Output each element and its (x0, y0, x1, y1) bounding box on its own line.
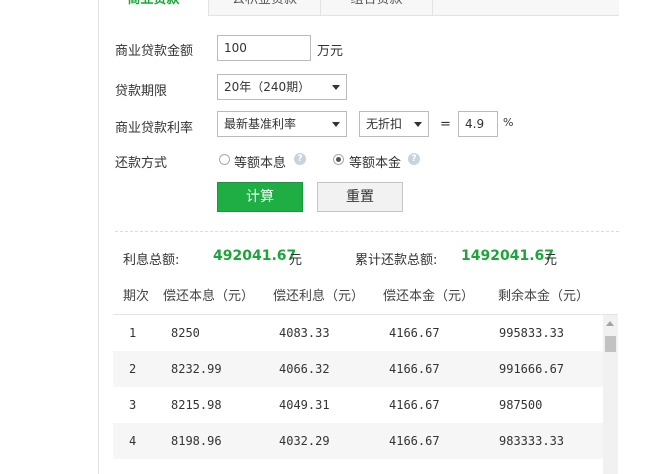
rate-label: 商业贷款利率 (115, 121, 194, 136)
cell-remaining: 983333.33 (499, 434, 565, 448)
cell-interest: 4083.33 (279, 326, 330, 340)
reset-button[interactable]: 重置 (317, 182, 403, 212)
radio-equal-installment[interactable] (219, 154, 230, 165)
cell-remaining: 987500 (499, 398, 543, 412)
cell-principal: 4166.67 (389, 362, 440, 376)
discount-select[interactable]: 无折扣 (359, 111, 429, 137)
column-header-remaining: 剩余本金（元） (498, 289, 590, 304)
rate-input[interactable]: 4.9 (458, 111, 498, 137)
table-row: 1 8250 4083.33 4166.67 995833.33 (113, 315, 605, 351)
term-label: 贷款期限 (115, 84, 168, 99)
scroll-up-arrow-icon[interactable] (606, 321, 614, 326)
cell-payment: 8232.99 (171, 362, 222, 376)
term-select-value: 20年（240期） (224, 80, 311, 94)
calculate-button[interactable]: 计算 (217, 182, 303, 212)
interest-total-value: 492041.67 (213, 248, 297, 264)
column-header-interest: 偿还利息（元） (273, 289, 365, 304)
method-label: 还款方式 (115, 156, 168, 171)
help-icon[interactable]: ? (294, 153, 306, 165)
column-header-principal: 偿还本金（元） (383, 289, 475, 304)
cell-interest: 4032.29 (279, 434, 330, 448)
interest-total-label: 利息总额: (123, 253, 180, 268)
option-equal-principal-label[interactable]: 等额本金 (349, 152, 401, 171)
rate-type-value: 最新基准利率 (224, 117, 297, 131)
cell-principal: 4166.67 (389, 398, 440, 412)
tab-provident-fund-loan[interactable]: 公积金贷款 (209, 0, 321, 15)
repayment-total-value: 1492041.67 (461, 248, 554, 264)
repayment-table: 1 8250 4083.33 4166.67 995833.33 2 8232.… (113, 314, 618, 474)
repayment-total-label: 累计还款总额: (355, 253, 438, 268)
amount-unit: 万元 (317, 44, 344, 59)
radio-equal-principal[interactable] (333, 154, 344, 165)
cell-remaining: 995833.33 (499, 326, 565, 340)
interest-total-unit: 元 (289, 253, 303, 268)
cell-period: 2 (129, 362, 137, 376)
cell-interest: 4049.31 (279, 398, 330, 412)
tab-commercial-loan[interactable]: 商业贷款 (99, 0, 209, 16)
cell-remaining: 991666.67 (499, 362, 565, 376)
cell-principal: 4166.67 (389, 434, 440, 448)
table-row: 2 8232.99 4066.32 4166.67 991666.67 (113, 351, 605, 387)
option-equal-installment-label[interactable]: 等额本息 (234, 152, 286, 171)
percent-unit: % (503, 116, 514, 129)
repayment-total-unit: 元 (544, 253, 558, 268)
column-header-payment: 偿还本息（元） (163, 289, 255, 304)
chevron-down-icon (414, 122, 422, 127)
term-select[interactable]: 20年（240期） (217, 74, 347, 100)
table-row: 3 8215.98 4049.31 4166.67 987500 (113, 387, 605, 423)
table-row: 4 8198.96 4032.29 4166.67 983333.33 (113, 423, 605, 459)
tab-combined-loan[interactable]: 组合贷款 (321, 0, 433, 15)
table-scrollbar[interactable] (603, 315, 618, 474)
cell-payment: 8198.96 (171, 434, 222, 448)
cell-interest: 4066.32 (279, 362, 330, 376)
scroll-thumb[interactable] (605, 336, 616, 352)
cell-payment: 8250 (171, 326, 200, 340)
cell-principal: 4166.67 (389, 326, 440, 340)
amount-label: 商业贷款金额 (115, 44, 194, 59)
equals-sign: = (440, 117, 451, 132)
chevron-down-icon (332, 85, 340, 90)
cell-payment: 8215.98 (171, 398, 222, 412)
discount-value: 无折扣 (366, 117, 403, 131)
help-icon[interactable]: ? (408, 153, 420, 165)
cell-period: 3 (129, 398, 137, 412)
tab-bar: 商业贷款 公积金贷款 组合贷款 (99, 0, 619, 16)
cell-period: 1 (129, 326, 137, 340)
column-header-period: 期次 (123, 289, 150, 304)
cell-period: 4 (129, 434, 137, 448)
divider (115, 231, 619, 232)
loan-calculator-panel: 商业贷款 公积金贷款 组合贷款 商业贷款金额 100 万元 贷款期限 20年（2… (98, 0, 619, 474)
rate-type-select[interactable]: 最新基准利率 (217, 111, 347, 137)
amount-input[interactable]: 100 (217, 35, 311, 61)
chevron-down-icon (332, 122, 340, 127)
